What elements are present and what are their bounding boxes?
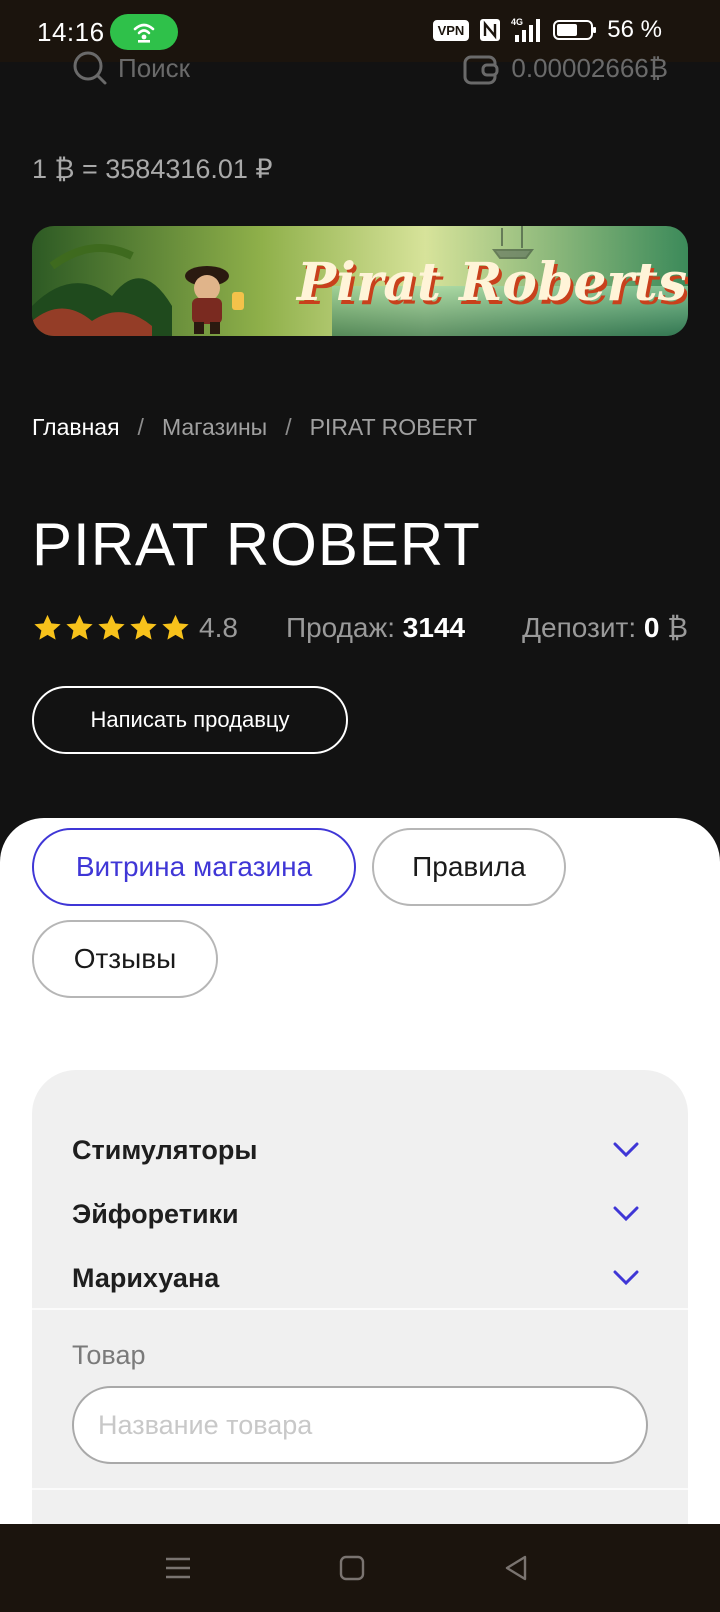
menu-nav-button[interactable] (156, 1546, 200, 1590)
chevron-down-icon (613, 1142, 639, 1158)
breadcrumb-separator: / (137, 414, 144, 440)
vpn-icon: VPN (432, 19, 470, 41)
nfc-icon (480, 19, 501, 41)
star-icon (98, 614, 125, 640)
deposit-value: 0 (643, 612, 660, 643)
divider (32, 1488, 688, 1490)
category-label: Стимуляторы (72, 1134, 258, 1165)
star-icon (130, 614, 157, 640)
system-nav-bar (0, 1524, 720, 1612)
balance-value: 0.00002666₿ (511, 52, 668, 83)
divider (32, 1308, 688, 1310)
exchange-rate: 1 ₿ = 3584316.01 ₽ (32, 154, 273, 184)
product-search-input[interactable] (72, 1386, 648, 1464)
rating-stars (32, 613, 191, 643)
chevron-down-icon (613, 1206, 639, 1222)
battery-percent: 56 % (607, 16, 662, 43)
deposit-currency: ₿ (667, 612, 688, 643)
category-label: Марихуана (72, 1262, 220, 1293)
home-square-icon (339, 1555, 365, 1581)
deposit-label: Депозит: (522, 612, 637, 643)
banner-image: Pirat Roberts Pirat Roberts (32, 226, 688, 336)
category-stimulators[interactable]: Стимуляторы (72, 1130, 640, 1170)
banner-logo-text: Pirat Roberts (295, 252, 687, 313)
sales-count: Продаж: 3144 (286, 612, 465, 644)
search-label: Поиск (118, 52, 191, 83)
tab-storefront[interactable]: Витрина магазина (32, 828, 356, 906)
wifi-hotspot-icon (133, 23, 155, 43)
breadcrumb-shops[interactable]: Магазины (162, 414, 267, 441)
category-marijuana[interactable]: Марихуана (72, 1258, 640, 1298)
breadcrumb-separator: / (285, 414, 292, 440)
chevron-down-icon (613, 1270, 639, 1286)
product-label: Товар (72, 1340, 146, 1370)
wallet-icon (463, 55, 499, 85)
back-triangle-icon (505, 1555, 527, 1581)
category-label: Эйфоретики (72, 1198, 239, 1229)
search-bar[interactable]: Поиск (72, 50, 190, 86)
hotspot-indicator (110, 14, 178, 50)
rating-value: 4.8 (199, 612, 238, 643)
star-icon (34, 614, 61, 640)
category-euphoretics[interactable]: Эйфоретики (72, 1194, 640, 1234)
battery-icon (553, 20, 597, 40)
svg-text:4G: 4G (511, 17, 523, 27)
search-icon (73, 51, 107, 85)
wallet-balance[interactable]: 0.00002666₿ (463, 50, 668, 86)
shop-banner: Pirat Roberts Pirat Roberts (32, 226, 688, 336)
back-nav-button[interactable] (494, 1546, 538, 1590)
sales-value: 3144 (402, 612, 466, 643)
shop-title: PIRAT ROBERT (32, 511, 481, 578)
home-nav-button[interactable] (330, 1546, 374, 1590)
shop-stats: 4.8 Продаж: 3144 Депозит: 0 ₿ (32, 612, 688, 644)
breadcrumb: Главная / Магазины / PIRAT ROBERT (32, 414, 477, 441)
status-icons: VPN 4G 56 % (432, 16, 662, 44)
signal-4g-icon: 4G (511, 17, 541, 42)
deposit-info: Депозит: 0 ₿ (522, 612, 688, 644)
tab-rules[interactable]: Правила (372, 828, 566, 906)
breadcrumb-home[interactable]: Главная (32, 414, 120, 441)
sales-label: Продаж: (285, 612, 396, 643)
message-seller-button[interactable]: Написать продавцу (32, 686, 348, 754)
breadcrumb-current: PIRAT ROBERT (309, 414, 478, 440)
tab-reviews[interactable]: Отзывы (32, 920, 218, 998)
menu-icon (166, 1557, 190, 1579)
star-icon (162, 614, 189, 640)
star-icon (66, 614, 93, 640)
status-time: 14:16 (37, 17, 105, 47)
